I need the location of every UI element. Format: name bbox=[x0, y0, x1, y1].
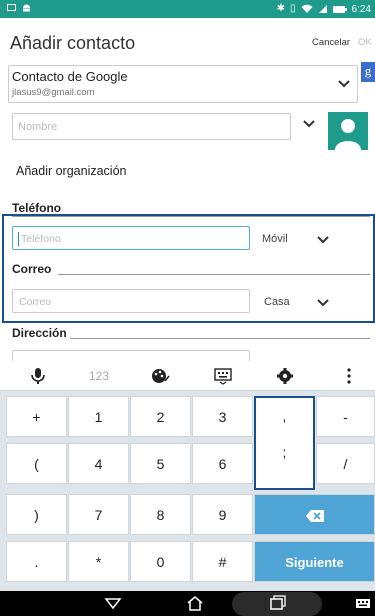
address-input[interactable] bbox=[12, 350, 250, 361]
app-header: Añadir contacto Cancelar OK bbox=[0, 18, 375, 68]
no-sim-icon bbox=[318, 5, 327, 13]
chevron-down-icon[interactable] bbox=[316, 233, 330, 247]
text-caret bbox=[18, 232, 19, 246]
key-close-paren[interactable]: ) bbox=[6, 494, 67, 535]
email-input[interactable]: Correo bbox=[12, 289, 250, 313]
name-expand-chevron-icon[interactable] bbox=[302, 117, 316, 131]
account-email: jlasus9@gmail.com bbox=[12, 87, 95, 98]
contact-photo-avatar[interactable] bbox=[328, 112, 368, 150]
backspace-key[interactable] bbox=[254, 494, 375, 535]
key-2[interactable]: 2 bbox=[130, 396, 191, 437]
key-4[interactable]: 4 bbox=[68, 443, 129, 484]
key-minus[interactable]: - bbox=[316, 396, 375, 437]
numbers-key[interactable]: 123 bbox=[86, 369, 112, 387]
key-3[interactable]: 3 bbox=[192, 396, 253, 437]
ok-button[interactable]: OK bbox=[358, 37, 372, 48]
chevron-down-icon[interactable] bbox=[316, 296, 330, 310]
cancel-button[interactable]: Cancelar bbox=[312, 37, 350, 48]
more-icon[interactable] bbox=[336, 367, 362, 385]
person-icon bbox=[335, 119, 361, 150]
vibrate-icon: ▯ bbox=[290, 3, 296, 14]
page-title: Añadir contacto bbox=[10, 33, 136, 53]
android-icon bbox=[23, 4, 30, 12]
keyboard-switch-icon[interactable] bbox=[354, 595, 372, 611]
key-5[interactable]: 5 bbox=[130, 443, 191, 484]
status-right: ✱ ▯ 6:24 bbox=[277, 3, 371, 15]
name-placeholder: Nombre bbox=[18, 121, 58, 133]
palette-icon[interactable] bbox=[147, 367, 173, 385]
key-open-paren[interactable]: ( bbox=[6, 443, 67, 484]
add-organization-link[interactable]: Añadir organización bbox=[16, 164, 127, 178]
phone-input[interactable]: Teléfono bbox=[12, 226, 250, 250]
keyboard-icon[interactable] bbox=[210, 367, 236, 385]
settings-icon[interactable] bbox=[272, 367, 298, 385]
battery-icon bbox=[332, 5, 347, 13]
address-divider bbox=[70, 338, 370, 339]
key-slash[interactable]: / bbox=[316, 443, 375, 484]
clock: 6:24 bbox=[351, 3, 371, 15]
mic-icon[interactable] bbox=[25, 367, 51, 385]
notification-icon bbox=[7, 4, 16, 11]
account-name: Contacto de Google bbox=[12, 69, 128, 84]
status-bar: ✱ ▯ 6:24 bbox=[0, 0, 375, 18]
email-type-selector[interactable]: Casa bbox=[264, 296, 290, 308]
key-period[interactable]: . bbox=[6, 541, 67, 582]
phone-type-selector[interactable]: Móvil bbox=[262, 233, 288, 245]
key-hash[interactable]: # bbox=[192, 541, 253, 582]
email-divider bbox=[58, 274, 370, 275]
home-icon[interactable] bbox=[186, 595, 204, 611]
back-icon[interactable] bbox=[104, 595, 122, 611]
navigation-bar bbox=[0, 591, 375, 616]
key-comma[interactable]: , ; bbox=[254, 396, 315, 490]
wifi-icon bbox=[301, 4, 313, 13]
key-8[interactable]: 8 bbox=[130, 494, 191, 535]
key-6[interactable]: 6 bbox=[192, 443, 253, 484]
status-left bbox=[6, 2, 32, 13]
email-placeholder: Correo bbox=[19, 296, 52, 308]
key-asterisk[interactable]: * bbox=[68, 541, 129, 582]
next-key[interactable]: Siguiente bbox=[254, 541, 375, 582]
phone-section-label: Teléfono bbox=[12, 201, 62, 215]
keyboard-toolbar: 123 bbox=[0, 361, 375, 391]
google-badge: g bbox=[361, 62, 375, 82]
key-7[interactable]: 7 bbox=[68, 494, 129, 535]
key-plus[interactable]: + bbox=[6, 396, 67, 437]
email-section-label: Correo bbox=[12, 262, 52, 276]
address-section-label: Dirección bbox=[12, 326, 67, 340]
keyboard: 123 + 1 2 3 , ; - ( 4 5 6 / ) 7 8 9 . * … bbox=[0, 361, 375, 591]
bluetooth-icon: ✱ bbox=[276, 3, 286, 14]
key-comma-label: , bbox=[282, 408, 287, 424]
key-semicolon-label: ; bbox=[282, 444, 287, 460]
phone-placeholder: Teléfono bbox=[21, 233, 61, 245]
key-1[interactable]: 1 bbox=[68, 396, 129, 437]
account-selector[interactable]: Contacto de Google jlasus9@gmail.com bbox=[8, 65, 358, 103]
key-9[interactable]: 9 bbox=[192, 494, 253, 535]
key-0[interactable]: 0 bbox=[130, 541, 191, 582]
name-field[interactable]: Nombre bbox=[12, 113, 291, 140]
recents-icon[interactable] bbox=[268, 595, 286, 611]
chevron-down-icon bbox=[338, 80, 350, 88]
backspace-icon bbox=[305, 510, 324, 523]
